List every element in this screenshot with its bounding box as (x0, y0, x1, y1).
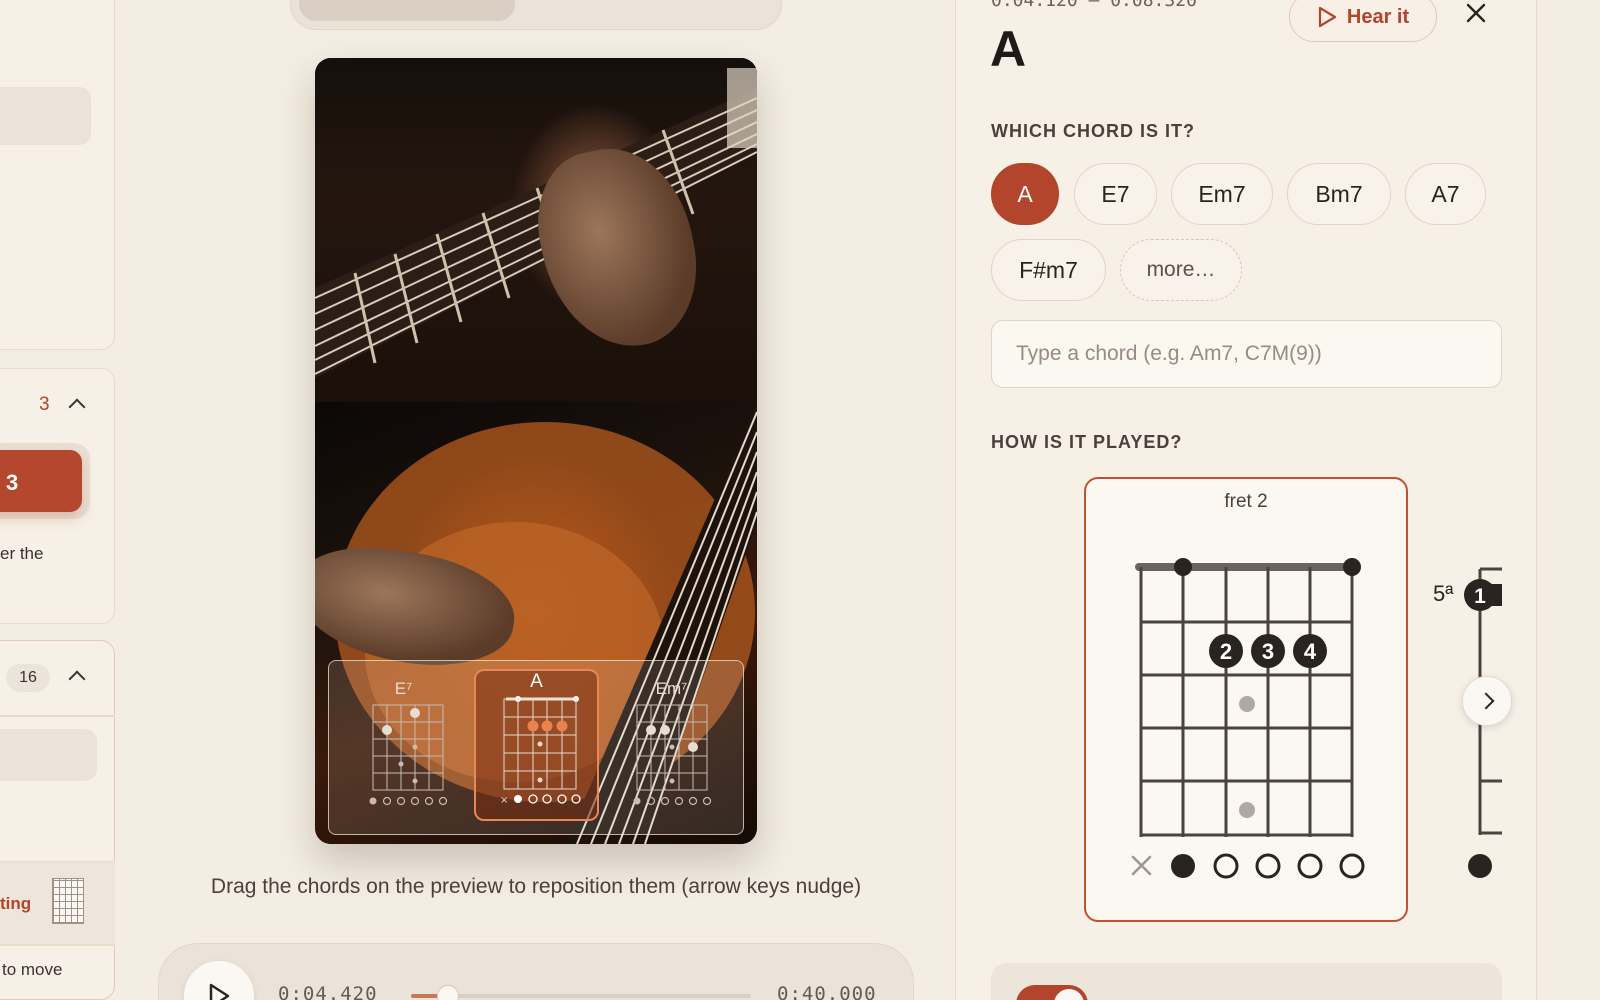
close-icon[interactable] (1463, 0, 1489, 26)
chord-option-bm7[interactable]: Bm7 (1287, 163, 1391, 225)
placeholder-bar (0, 87, 91, 145)
current-time: 0:04.420 (278, 983, 378, 1000)
top-scrubber-fill (299, 0, 515, 21)
chord-search-input[interactable] (991, 320, 1502, 388)
fret-position-label: 5ª (1433, 581, 1454, 606)
more-chords-button[interactable]: more… (1120, 239, 1242, 301)
seek-track[interactable] (411, 994, 751, 998)
finger-number: 1 (1474, 585, 1486, 608)
divider (0, 715, 115, 717)
step-description-snippet: er the (0, 544, 44, 563)
mini-chord-diagram: × (500, 696, 581, 806)
overlay-chord-e7[interactable]: E⁷ (341, 661, 466, 836)
play-icon (1318, 6, 1336, 28)
top-scrubber[interactable] (290, 0, 782, 30)
drag-hint: Drag the chords on the preview to reposi… (210, 875, 862, 898)
option-toggle[interactable] (1016, 985, 1088, 1000)
mini-chord-diagram (633, 704, 712, 806)
mini-chord-diagram (369, 704, 448, 806)
overlay-chord-a-selected[interactable]: A × (474, 669, 599, 821)
chord-diagram-thumbnail-icon (52, 878, 84, 924)
hear-it-label: Hear it (1346, 5, 1410, 28)
placeholder-bar (0, 729, 97, 781)
which-chord-heading: WHICH CHORD IS IT? (991, 121, 1195, 141)
chord-count-badge: 16 (6, 664, 50, 692)
chevron-right-icon (1477, 692, 1495, 710)
toggle-knob (1054, 989, 1084, 1000)
divider (0, 944, 115, 946)
video-preview[interactable]: E⁷ A × Em⁷ (315, 58, 757, 844)
finger-number: 2 (1220, 639, 1232, 664)
chord-row-label: ting (0, 894, 32, 913)
chord-option-em7[interactable]: Em7 (1171, 163, 1273, 225)
next-voicing-button[interactable] (1462, 676, 1512, 726)
row-hint-snippet: to move (2, 960, 63, 979)
finger-number: 3 (1262, 639, 1274, 664)
chord-time-range: 0:04.120 – 0:08.320 (991, 0, 1197, 11)
video-frame-top (315, 58, 757, 402)
duration: 0:40.000 (777, 983, 877, 1000)
how-played-heading: HOW IS IT PLAYED? (991, 432, 1183, 452)
chord-overlay-strip[interactable]: E⁷ A × Em⁷ (328, 660, 744, 835)
chord-option-fsharpm7[interactable]: F#m7 (991, 239, 1106, 301)
chord-title: A (990, 21, 1027, 77)
chord-option-a[interactable]: A (991, 163, 1059, 225)
finger-number: 4 (1304, 639, 1317, 664)
active-step-chip[interactable]: 3 (0, 450, 82, 512)
left-card-top (0, 0, 115, 350)
svg-text:×: × (500, 795, 508, 806)
hear-it-button[interactable]: Hear it (1289, 0, 1437, 42)
chord-option-a7[interactable]: A7 (1405, 163, 1486, 225)
play-icon (209, 983, 230, 1000)
left-card-chords (0, 640, 115, 1000)
chord-fretboard-diagram: 2 3 4 (1131, 558, 1365, 879)
chord-option-e7[interactable]: E7 (1074, 163, 1157, 225)
overlay-chord-em7[interactable]: Em⁷ (609, 661, 734, 836)
step-count: 3 (39, 394, 50, 415)
voicing-card-selected[interactable]: fret 2 2 3 4 (1084, 477, 1408, 922)
